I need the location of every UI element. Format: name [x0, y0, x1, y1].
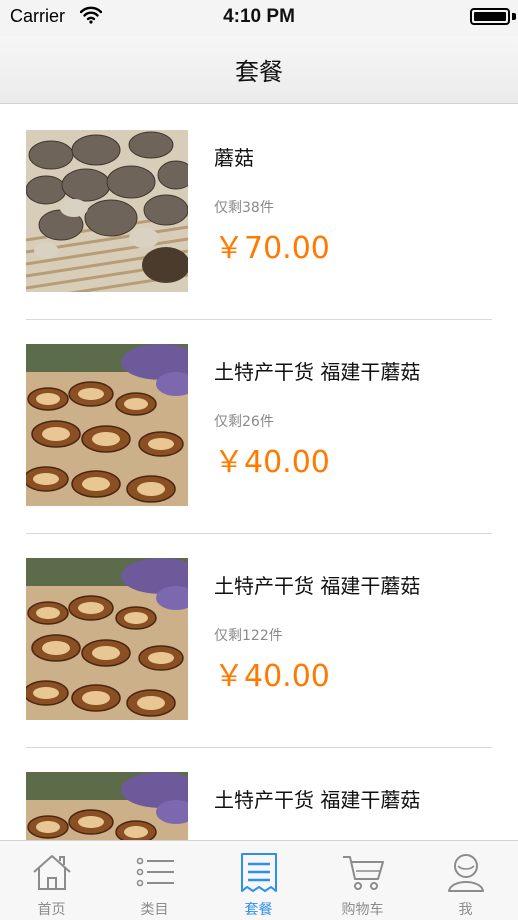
tab-label: 套餐 — [244, 902, 273, 918]
battery-tip — [512, 13, 516, 20]
tab-label: 首页 — [37, 902, 66, 918]
cart-icon — [343, 856, 384, 890]
page-title: 套餐 — [235, 58, 283, 86]
stock-label: 仅剩38件 — [214, 200, 274, 216]
stock-label: 仅剩122件 — [214, 628, 283, 644]
product-item[interactable]: 土特产干货 福建干蘑菇 仅剩26件 ￥40.00 — [0, 319, 518, 533]
product-name: 土特产干货 福建干蘑菇 — [214, 360, 421, 384]
price-label: ￥70.00 — [214, 231, 330, 266]
tab-package[interactable]: 套餐 — [207, 841, 310, 920]
user-icon — [448, 854, 484, 892]
price-label: ￥40.00 — [214, 659, 330, 694]
product-item[interactable]: 蘑菇 仅剩38件 ￥70.00 — [0, 105, 518, 319]
clock: 4:10 PM — [223, 6, 295, 27]
navigation-bar: 套餐 — [0, 36, 518, 104]
stock-label: 仅剩26件 — [214, 414, 274, 430]
tab-label: 购物车 — [341, 902, 384, 918]
package-icon — [241, 853, 277, 892]
dried-mushroom-image — [26, 558, 188, 720]
tab-me[interactable]: 我 — [414, 841, 517, 920]
tab-cart[interactable]: 购物车 — [311, 841, 414, 920]
status-bar: Carrier 4:10 PM — [0, 0, 518, 36]
dried-mushroom-image — [26, 772, 188, 840]
battery-icon — [470, 8, 510, 25]
dried-mushroom-image — [26, 344, 188, 506]
tab-label: 我 — [458, 902, 473, 918]
product-name: 土特产干货 福建干蘑菇 — [214, 788, 421, 812]
product-name: 蘑菇 — [214, 146, 254, 170]
mushroom-pile-image — [26, 130, 188, 292]
tab-category[interactable]: 类目 — [103, 841, 206, 920]
product-list[interactable]: 蘑菇 仅剩38件 ￥70.00 土特产干货 福建干蘑菇 仅剩26件 ￥40.00… — [0, 105, 518, 840]
product-item[interactable]: 土特产干货 福建干蘑菇 仅剩122件 ￥40.00 — [0, 533, 518, 747]
tab-bar: 首页 类目 套餐 购物车 我 — [0, 840, 518, 920]
product-item[interactable]: 土特产干货 福建干蘑菇 — [0, 747, 518, 840]
list-icon — [136, 857, 174, 887]
product-name: 土特产干货 福建干蘑菇 — [214, 574, 421, 598]
tab-home[interactable]: 首页 — [0, 841, 103, 920]
tab-label: 类目 — [140, 902, 169, 918]
price-label: ￥40.00 — [214, 445, 330, 480]
home-icon — [33, 855, 71, 890]
